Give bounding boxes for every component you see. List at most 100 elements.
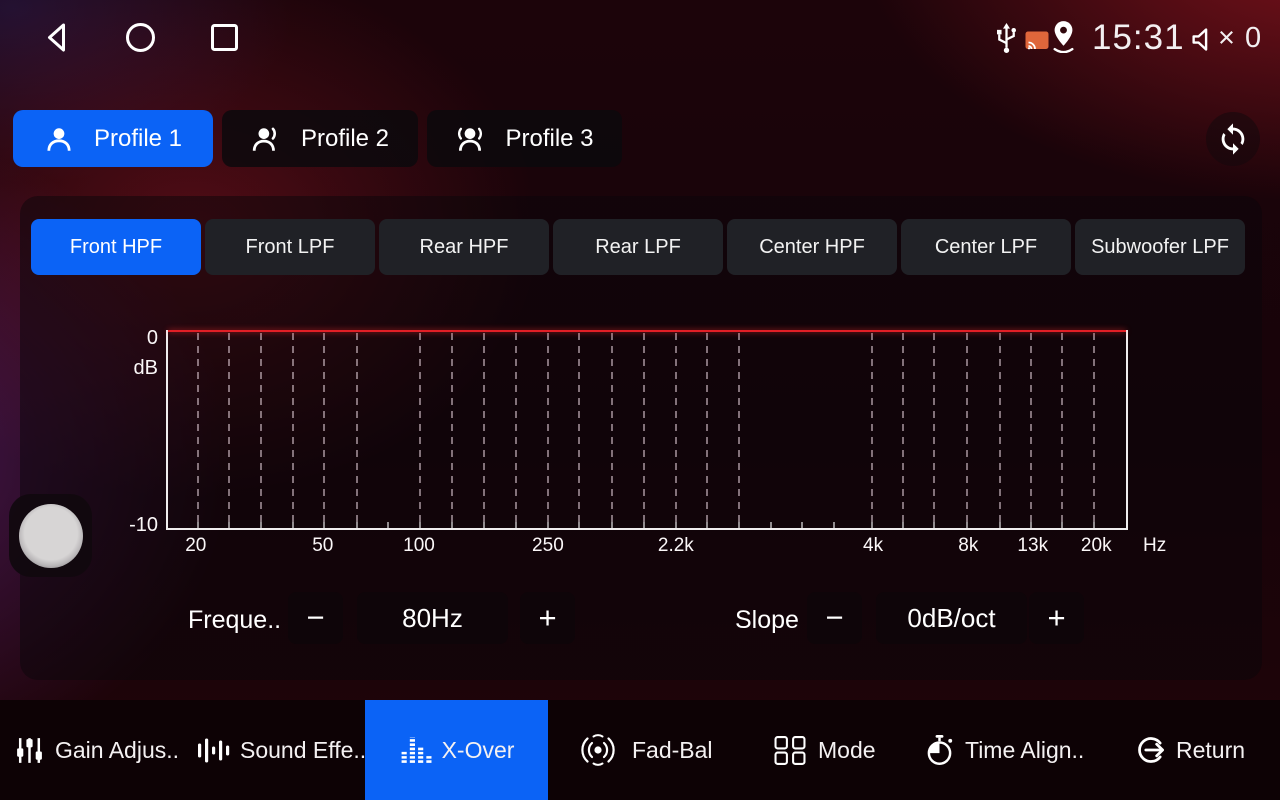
nav-return[interactable]: Return (1132, 700, 1245, 800)
x-tick-label: 250 (532, 535, 564, 557)
home-icon (123, 20, 158, 55)
equalizer-icon (399, 735, 432, 766)
chart-axis-tick (387, 522, 389, 528)
profile-1-button[interactable]: Profile 1 (13, 110, 213, 167)
tab-label: Rear HPF (420, 236, 509, 259)
chart-axis-tick (515, 522, 517, 528)
chart-axis-tick (738, 522, 740, 528)
slope-minus-button[interactable]: − (807, 592, 862, 644)
usb-icon (993, 22, 1020, 55)
slope-value: 0dB/oct (876, 592, 1027, 644)
frequency-plus-button[interactable]: + (520, 592, 575, 644)
chart-gridline (738, 333, 740, 526)
x-tick-label: 2.2k (658, 535, 694, 557)
minus-icon: − (306, 600, 324, 636)
chart-axis-tick (1093, 522, 1095, 528)
chart-gridline (966, 333, 968, 526)
nav-label: X-Over (442, 737, 515, 764)
nav-time-alignment[interactable]: Time Align.. (924, 700, 1084, 800)
chart-axis-tick (547, 522, 549, 528)
chart-zero-line (168, 330, 1126, 332)
chart-axis-tick (228, 522, 230, 528)
chart-axis-tick (611, 522, 613, 528)
profile-label: Profile 3 (505, 125, 593, 153)
android-back-button[interactable] (40, 20, 75, 55)
chart-gridline (675, 333, 677, 526)
tab-rear-lpf[interactable]: Rear LPF (553, 219, 723, 275)
chart-axis-tick (801, 522, 803, 528)
profile-bar: Profile 1 Profile 2 Profile (13, 110, 622, 167)
chart-gridline (871, 333, 873, 526)
chart-gridline (483, 333, 485, 526)
location-icon (1048, 20, 1079, 53)
tab-label: Rear LPF (595, 236, 681, 259)
android-recents-button[interactable] (207, 20, 242, 55)
nav-gain-adjust[interactable]: Gain Adjus.. (14, 700, 179, 800)
nav-sound-effects[interactable]: Sound Effe.. (196, 700, 366, 800)
chart-axis-tick (260, 522, 262, 528)
tab-subwoofer-lpf[interactable]: Subwoofer LPF (1075, 219, 1245, 275)
minus-icon: − (825, 600, 843, 636)
frequency-label: Freque.. (188, 594, 281, 646)
chart-gridline (515, 333, 517, 526)
chart-x-labels: Hz 20501002502.2k4k8k13k20k (166, 535, 1128, 561)
android-home-button[interactable] (123, 20, 158, 55)
chart-axis-tick (770, 522, 772, 528)
chart-axis-tick (933, 522, 935, 528)
frequency-minus-button[interactable]: − (288, 592, 343, 644)
chart-axis-tick (966, 522, 968, 528)
chart-axis-tick (902, 522, 904, 528)
y-axis-max-label: 0 (114, 327, 158, 350)
nav-fad-bal[interactable]: Fad-Bal (574, 700, 713, 800)
chart-gridline (547, 333, 549, 526)
chart-gridline (356, 333, 358, 526)
person-wave-icon (251, 124, 281, 154)
channel-filter-tabs: Front HPF Front LPF Rear HPF Rear LPF Ce… (31, 219, 1245, 275)
x-tick-label: 4k (863, 535, 883, 557)
mode-grid-icon (772, 735, 808, 766)
chart-gridline (611, 333, 613, 526)
chart-gridline (260, 333, 262, 526)
slope-plus-button[interactable]: + (1029, 592, 1084, 644)
cast-icon (1024, 30, 1050, 52)
profile-2-button[interactable]: Profile 2 (222, 110, 418, 167)
chart-axis-tick (643, 522, 645, 528)
chart-axis-tick (483, 522, 485, 528)
nav-label: Mode (818, 737, 876, 764)
tab-label: Center HPF (759, 236, 865, 259)
person-icon (44, 124, 74, 154)
plus-icon: + (538, 600, 556, 636)
frequency-response-chart (166, 330, 1128, 530)
x-tick-label: 100 (403, 535, 435, 557)
nav-label: Fad-Bal (632, 737, 713, 764)
reset-sync-button[interactable] (1206, 112, 1260, 166)
chart-axis-tick (419, 522, 421, 528)
frequency-value: 80Hz (357, 592, 508, 644)
car-audio-settings-screen: 15:31 × 0 Profile 1 (0, 0, 1280, 800)
x-tick-label: 20 (185, 535, 206, 557)
tab-label: Center LPF (935, 236, 1037, 259)
chart-gridline (933, 333, 935, 526)
x-tick-label: 50 (312, 535, 333, 557)
chart-gridline (1061, 333, 1063, 526)
chart-gridline (643, 333, 645, 526)
knob-circle-icon (19, 504, 83, 568)
tab-front-hpf[interactable]: Front HPF (31, 219, 201, 275)
tab-center-lpf[interactable]: Center LPF (901, 219, 1071, 275)
person-waves-icon (455, 124, 485, 154)
nav-label: Gain Adjus.. (55, 737, 179, 764)
tab-rear-hpf[interactable]: Rear HPF (379, 219, 549, 275)
gain-sliders-icon (14, 735, 45, 766)
nav-x-over[interactable]: X-Over (365, 700, 548, 800)
chart-axis-tick (451, 522, 453, 528)
profile-label: Profile 1 (94, 125, 182, 153)
tab-center-hpf[interactable]: Center HPF (727, 219, 897, 275)
tab-label: Front LPF (246, 236, 335, 259)
floating-assist-button[interactable] (9, 494, 92, 577)
chart-gridline (197, 333, 199, 526)
profile-3-button[interactable]: Profile 3 (427, 110, 622, 167)
chart-gridline (999, 333, 1001, 526)
x-tick-label: 20k (1081, 535, 1112, 557)
nav-mode[interactable]: Mode (772, 700, 876, 800)
tab-front-lpf[interactable]: Front LPF (205, 219, 375, 275)
